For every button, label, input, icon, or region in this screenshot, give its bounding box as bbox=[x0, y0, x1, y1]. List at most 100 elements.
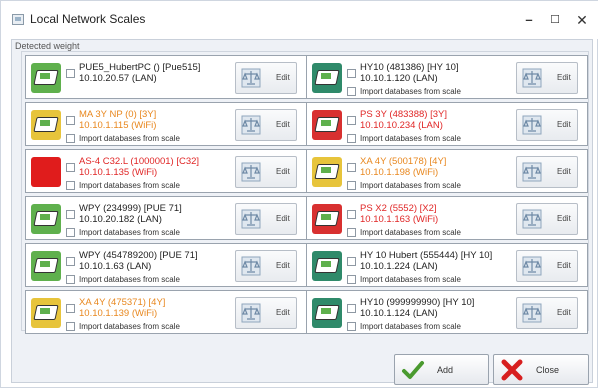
import-databases-label: Import databases from scale bbox=[360, 181, 461, 190]
scale-edit-icon bbox=[522, 162, 542, 182]
scale-card: XA 4Y (500178) [4Y] 10.10.1.198 (WiFi) Imp… bbox=[306, 149, 588, 193]
scale-card: PUE5_HubertPC () [Pue515] 10.10.20.57 (LA… bbox=[25, 55, 307, 99]
add-button[interactable]: Add bbox=[394, 354, 489, 385]
select-scale-checkbox[interactable] bbox=[66, 304, 75, 313]
import-databases-checkbox[interactable] bbox=[66, 228, 75, 237]
import-databases-label: Import databases from scale bbox=[360, 275, 461, 284]
select-scale-checkbox[interactable] bbox=[347, 304, 356, 313]
select-scale-checkbox[interactable] bbox=[347, 210, 356, 219]
scale-address: 10.10.1.198 (WiFi) bbox=[360, 167, 439, 178]
scale-name: HY 10 Hubert (555444) [HY 10] bbox=[360, 250, 493, 261]
select-scale-checkbox[interactable] bbox=[347, 257, 356, 266]
select-scale-checkbox[interactable] bbox=[66, 257, 75, 266]
edit-button-label: Edit bbox=[276, 120, 290, 129]
edit-scale-button[interactable]: Edit bbox=[235, 203, 297, 235]
close-button[interactable]: Close bbox=[493, 354, 589, 385]
import-databases-checkbox[interactable] bbox=[66, 322, 75, 331]
scale-address: 10.10.1.115 (WiFi) bbox=[79, 120, 157, 131]
select-scale-checkbox[interactable] bbox=[66, 116, 75, 125]
import-databases-label: Import databases from scale bbox=[360, 322, 461, 331]
edit-button-label: Edit bbox=[557, 73, 571, 82]
scale-card: AS-4 C32.L (1000001) [C32] 10.10.1.135 (W… bbox=[25, 149, 307, 193]
edit-scale-button[interactable]: Edit bbox=[235, 297, 297, 329]
scale-address: 10.10.1.63 (LAN) bbox=[79, 261, 152, 272]
import-databases-label: Import databases from scale bbox=[79, 322, 180, 331]
edit-scale-button[interactable]: Edit bbox=[516, 297, 578, 329]
minimize-button[interactable]: – bbox=[516, 9, 542, 31]
edit-scale-button[interactable]: Edit bbox=[516, 203, 578, 235]
scale-device-icon bbox=[31, 110, 61, 140]
import-databases-checkbox[interactable] bbox=[347, 275, 356, 284]
edit-scale-button[interactable]: Edit bbox=[516, 250, 578, 282]
edit-button-label: Edit bbox=[276, 167, 290, 176]
select-scale-checkbox[interactable] bbox=[66, 210, 75, 219]
edit-scale-button[interactable]: Edit bbox=[516, 156, 578, 188]
edit-scale-button[interactable]: Edit bbox=[235, 250, 297, 282]
edit-button-label: Edit bbox=[557, 261, 571, 270]
scale-device-icon bbox=[31, 63, 61, 93]
checkmark-icon bbox=[402, 361, 424, 379]
scale-card: HY10 (999999990) [HY 10] 10.10.1.124 (LAN… bbox=[306, 290, 588, 334]
select-scale-checkbox[interactable] bbox=[347, 69, 356, 78]
app-icon bbox=[12, 14, 24, 25]
scale-address: 10.10.20.182 (LAN) bbox=[79, 214, 162, 225]
scale-device-icon bbox=[312, 157, 342, 187]
scale-device-icon bbox=[312, 204, 342, 234]
scale-name: HY10 (999999990) [HY 10] bbox=[360, 297, 475, 308]
select-scale-checkbox[interactable] bbox=[66, 163, 75, 172]
edit-scale-button[interactable]: Edit bbox=[235, 156, 297, 188]
maximize-button[interactable]: ☐ bbox=[542, 9, 568, 31]
import-databases-label: Import databases from scale bbox=[360, 228, 461, 237]
import-databases-checkbox[interactable] bbox=[347, 87, 356, 96]
import-databases-checkbox[interactable] bbox=[347, 228, 356, 237]
close-button-label: Close bbox=[536, 365, 560, 375]
scale-name: PS X2 (5552) [X2] bbox=[360, 203, 437, 214]
import-databases-label: Import databases from scale bbox=[79, 228, 180, 237]
scale-card: HY 10 Hubert (555444) [HY 10] 10.10.1.224… bbox=[306, 243, 588, 287]
import-databases-checkbox[interactable] bbox=[66, 134, 75, 143]
scale-edit-icon bbox=[522, 209, 542, 229]
scale-edit-icon bbox=[241, 115, 261, 135]
import-databases-checkbox[interactable] bbox=[66, 275, 75, 284]
import-databases-label: Import databases from scale bbox=[79, 181, 180, 190]
edit-button-label: Edit bbox=[557, 167, 571, 176]
scale-name: WPY (234999) [PUE 71] bbox=[79, 203, 182, 214]
detected-weight-label: Detected weight bbox=[15, 41, 80, 51]
scale-device-icon bbox=[312, 298, 342, 328]
scale-card: PS X2 (5552) [X2] 10.10.1.163 (WiFi) Impor… bbox=[306, 196, 588, 240]
scale-name: AS-4 C32.L (1000001) [C32] bbox=[79, 156, 200, 167]
scale-address: 10.10.1.135 (WiFi) bbox=[79, 167, 158, 178]
window-title: Local Network Scales bbox=[30, 12, 146, 26]
scale-address: 10.10.1.224 (LAN) bbox=[360, 261, 438, 272]
select-scale-checkbox[interactable] bbox=[347, 163, 356, 172]
scale-card: XA 4Y (475371) [4Y] 10.10.1.139 (WiFi) Imp… bbox=[25, 290, 307, 334]
scale-address: 10.10.1.139 (WiFi) bbox=[79, 308, 158, 319]
scale-address: 10.10.1.124 (LAN) bbox=[360, 308, 438, 319]
edit-scale-button[interactable]: Edit bbox=[516, 62, 578, 94]
edit-scale-button[interactable]: Edit bbox=[516, 109, 578, 141]
scale-edit-icon bbox=[522, 115, 542, 135]
scale-device-icon bbox=[31, 204, 61, 234]
import-databases-checkbox[interactable] bbox=[347, 181, 356, 190]
scale-name: WPY (454789200) [PUE 71] bbox=[79, 250, 198, 261]
edit-button-label: Edit bbox=[557, 308, 571, 317]
add-button-label: Add bbox=[437, 365, 454, 375]
edit-scale-button[interactable]: Edit bbox=[235, 62, 297, 94]
import-databases-label: Import databases from scale bbox=[79, 275, 180, 284]
edit-button-label: Edit bbox=[276, 308, 290, 317]
scale-card: WPY (454789200) [PUE 71] 10.10.1.63 (LAN)… bbox=[25, 243, 307, 287]
edit-button-label: Edit bbox=[557, 214, 571, 223]
scale-edit-icon bbox=[241, 209, 261, 229]
select-scale-checkbox[interactable] bbox=[66, 69, 75, 78]
import-databases-checkbox[interactable] bbox=[347, 322, 356, 331]
close-window-button[interactable]: ✕ bbox=[569, 9, 595, 31]
scale-device-icon bbox=[31, 251, 61, 281]
import-databases-checkbox[interactable] bbox=[347, 134, 356, 143]
scale-name: PS 3Y (483388) [3Y] bbox=[360, 109, 447, 120]
import-databases-checkbox[interactable] bbox=[66, 181, 75, 190]
scale-address: 10.10.1.163 (WiFi) bbox=[360, 214, 439, 225]
edit-scale-button[interactable]: Edit bbox=[235, 109, 297, 141]
select-scale-checkbox[interactable] bbox=[347, 116, 356, 125]
scale-card: MA 3Y NP (0) [3Y] 10.10.1.115 (WiFi) Impor… bbox=[25, 102, 307, 146]
scale-address: 10.10.10.234 (LAN) bbox=[360, 120, 443, 131]
